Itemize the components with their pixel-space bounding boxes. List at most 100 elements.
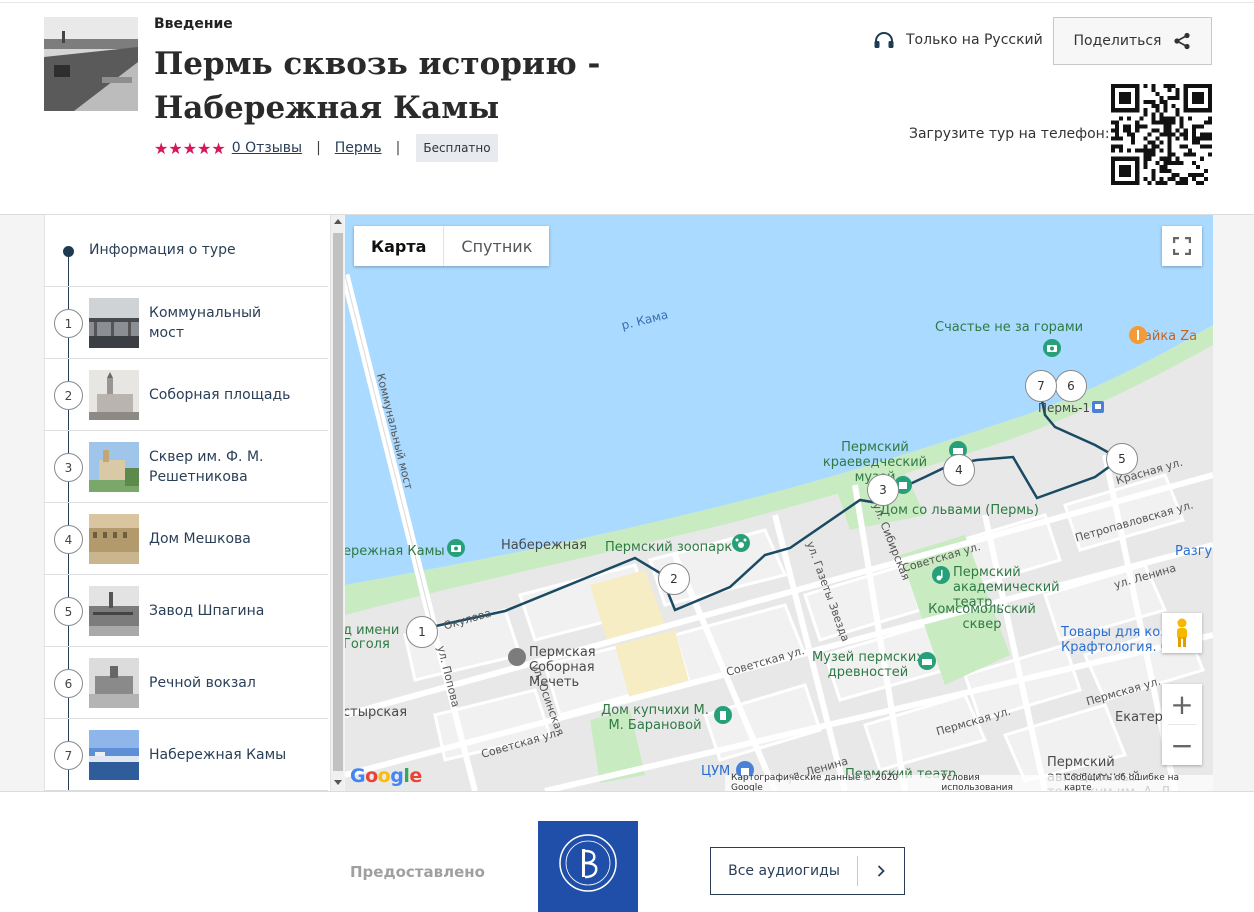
rating-stars: ★★★★★ — [154, 138, 226, 158]
timeline-dot — [63, 246, 74, 257]
qr-code — [1111, 84, 1212, 185]
label-embankment-kama[interactable]: ережная Камы — [345, 544, 445, 559]
stop-label: Дом Мешкова — [149, 531, 251, 547]
label-antiquities-museum[interactable]: Музей пермских древностей — [803, 650, 933, 680]
route-pin[interactable]: 6 — [1055, 370, 1087, 402]
embankment-poi-icon[interactable] — [446, 538, 466, 558]
stops-sidebar: Информация о туре 1 Коммунальный мост 2 … — [44, 215, 344, 791]
route-pin[interactable]: 3 — [867, 474, 899, 506]
zoo-poi-icon[interactable] — [731, 533, 751, 553]
fullscreen-icon — [1173, 237, 1191, 255]
sidebar-scrollbar[interactable] — [330, 215, 344, 791]
label-styrskaya: стырская — [345, 705, 408, 720]
stop-label: Завод Шпагина — [149, 603, 265, 619]
map-type-map-button[interactable]: Карта — [354, 226, 445, 266]
provider-logo[interactable] — [538, 821, 638, 912]
label-zoo[interactable]: Пермский зоопарк — [605, 540, 732, 555]
tour-title: Пермь сквозь историю - Набережная Камы — [154, 46, 601, 126]
route-pin[interactable]: 2 — [658, 563, 690, 595]
stop-item[interactable]: 4 Дом Мешкова — [45, 503, 328, 575]
report-error-link[interactable]: Сообщить об ошибке на карте — [1064, 773, 1207, 791]
stop-thumbnail — [89, 658, 139, 708]
zoom-in-button[interactable]: + — [1162, 684, 1202, 724]
tour-cover-image — [44, 17, 138, 111]
stop-label: Речной вокзал — [149, 675, 256, 691]
stop-item[interactable]: 7 Набережная Камы — [45, 719, 328, 791]
chevron-right-icon — [858, 865, 904, 877]
zoom-control: + − — [1162, 684, 1202, 765]
tour-meta: ★★★★★ 0 Отзывы | Пермь | Бесплатно — [154, 134, 498, 162]
route-pin[interactable]: 1 — [406, 616, 438, 648]
theatre-poi-icon[interactable] — [931, 565, 951, 585]
tour-page: Введение Пермь сквозь историю - Набережн… — [0, 0, 1254, 912]
stop-label: Соборная площадь — [149, 387, 291, 403]
google-logo[interactable]: Google — [350, 765, 422, 787]
stop-number: 5 — [54, 597, 83, 626]
label-razgu[interactable]: Разгу — [1175, 544, 1212, 559]
stop-thumbnail — [89, 442, 139, 492]
street-view-pegman[interactable] — [1162, 613, 1202, 653]
stop-label: Сквер им. Ф. М. Решетникова — [149, 449, 264, 485]
label-embankment[interactable]: Набережная — [501, 538, 587, 553]
zoom-out-button[interactable]: − — [1162, 725, 1202, 765]
tour-info-item[interactable]: Информация о туре — [45, 215, 328, 287]
train-station-icon[interactable] — [1091, 400, 1105, 414]
stop-item[interactable]: 5 Завод Шпагина — [45, 575, 328, 647]
stop-item[interactable]: 6 Речной вокзал — [45, 647, 328, 719]
map-canvas — [345, 215, 1213, 791]
scroll-up-arrow[interactable] — [334, 219, 342, 224]
antiquities-poi-icon[interactable] — [917, 651, 937, 671]
label-happiness[interactable]: Счастье не за горами — [935, 320, 1083, 335]
share-label: Поделиться — [1073, 33, 1162, 49]
label-komsomol-square[interactable]: Комсомольский сквер — [927, 602, 1037, 632]
merchant-house-poi-icon[interactable] — [713, 705, 733, 725]
label-ekater: Екатер — [1115, 710, 1163, 725]
stop-number: 7 — [54, 741, 83, 770]
stop-label: Набережная Камы — [149, 747, 287, 763]
top-divider — [0, 2, 1254, 3]
stop-item[interactable]: 3 Сквер им. Ф. М. Решетникова — [45, 431, 328, 503]
stop-number: 3 — [54, 453, 83, 482]
label-gogol[interactable]: д имени Гоголя — [345, 624, 413, 652]
pegman-icon — [1177, 618, 1187, 647]
tour-map[interactable]: р. Кама Коммунальный мост Счастье не за … — [345, 215, 1213, 791]
share-button[interactable]: Поделиться — [1053, 17, 1212, 65]
stop-item[interactable]: 2 Соборная площадь — [45, 359, 328, 431]
stop-item[interactable]: 1 Коммунальный мост — [45, 287, 328, 359]
reviews-link[interactable]: 0 Отзывы — [232, 140, 302, 156]
price-badge: Бесплатно — [416, 134, 498, 162]
stop-label: Коммунальный мост — [149, 305, 262, 341]
label-merchant-house[interactable]: Дом купчихи М. М. Барановой — [600, 703, 710, 733]
map-attribution: Картографические данные © 2020 Google Ус… — [725, 773, 1213, 791]
restaurant-poi-icon[interactable] — [1128, 325, 1148, 345]
provided-by-label: Предоставлено — [350, 863, 485, 881]
label-perm1[interactable]: Пермь-1 — [1038, 401, 1090, 415]
map-type-satellite-button[interactable]: Спутник — [444, 226, 549, 266]
tour-info-label: Информация о туре — [89, 242, 236, 258]
stop-thumbnail — [89, 730, 139, 780]
map-type-switch: Карта Спутник — [354, 226, 550, 266]
stop-thumbnail — [89, 514, 139, 564]
meta-separator: | — [316, 140, 321, 156]
terms-link[interactable]: Условия использования — [941, 773, 1052, 791]
scroll-thumb[interactable] — [333, 233, 343, 771]
language-info: Только на Русский — [873, 31, 1043, 49]
all-audioguides-button[interactable]: Все аудиогиды — [710, 847, 905, 895]
route-pin[interactable]: 5 — [1106, 443, 1138, 475]
scroll-down-arrow[interactable] — [334, 780, 342, 785]
stop-thumbnail — [89, 586, 139, 636]
headphones-icon — [874, 32, 894, 48]
mosque-poi-icon[interactable] — [507, 647, 527, 667]
fullscreen-button[interactable] — [1162, 226, 1202, 266]
qr-label: Загрузите тур на телефон: — [909, 126, 1110, 142]
route-pin[interactable]: 4 — [943, 454, 975, 486]
stop-number: 2 — [54, 381, 83, 410]
route-pin[interactable]: 7 — [1025, 370, 1057, 402]
camera-poi-icon[interactable] — [1042, 338, 1062, 358]
all-audioguides-label: Все аудиогиды — [728, 863, 840, 879]
city-link[interactable]: Пермь — [335, 140, 382, 156]
attribution-data: Картографические данные © 2020 Google — [731, 773, 899, 791]
label-lion-house[interactable]: Дом со львами (Пермь) — [880, 503, 1039, 518]
spacer — [1123, 327, 1124, 328]
stop-number: 4 — [54, 525, 83, 554]
